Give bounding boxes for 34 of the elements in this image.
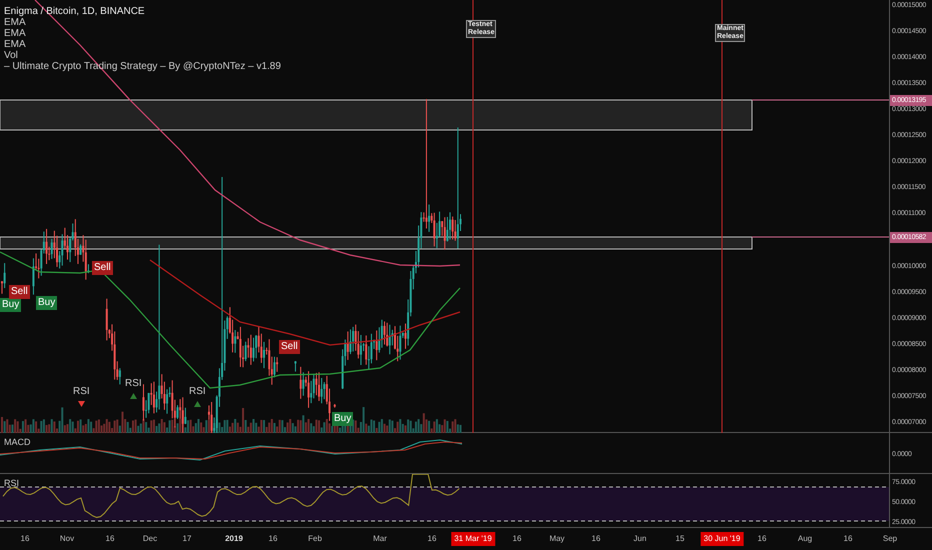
time-tick: 16 (428, 533, 436, 545)
time-tick: 16 (20, 533, 30, 545)
time-tick: 16 (844, 533, 852, 545)
sell-signal-label: Sell (92, 261, 113, 275)
time-tick: Dec (142, 533, 158, 545)
buy-signal-label: Buy (36, 296, 58, 310)
time-tick: 16 (512, 533, 522, 545)
pane-title: MACD (4, 437, 30, 447)
time-tick: Jun (634, 533, 646, 545)
indicator-label: EMA (4, 39, 27, 50)
sell-signal-label: Sell (9, 285, 30, 299)
time-tick: 16 (758, 533, 766, 545)
event-date-label: 31 Mar '19 (451, 532, 495, 546)
legend-title: Enigma / Bitcoin, 1D, BINANCE (4, 6, 146, 17)
indicator-label: Vol (4, 50, 19, 61)
buy-signal-label: Buy (332, 412, 354, 426)
time-tick: May (549, 533, 565, 545)
time-tick: Nov (60, 533, 74, 545)
time-tick: 15 (676, 533, 684, 545)
time-tick: Mar (373, 533, 387, 545)
time-tick: Feb (308, 533, 322, 545)
pane-title: RSI (4, 478, 20, 488)
time-tick: 16 (592, 533, 600, 545)
buy-signal-label: Buy (0, 298, 22, 312)
event-date-label: 30 Jun '19 (700, 532, 744, 546)
time-tick: 16 (268, 533, 278, 545)
time-tick: Aug (798, 533, 812, 545)
time-tick: 2019 (225, 533, 243, 545)
time-tick: 17 (182, 533, 192, 545)
indicator-label: EMA (4, 28, 27, 39)
indicator-label: EMA (4, 17, 27, 28)
time-tick: 16 (106, 533, 114, 545)
time-tick: Sep (882, 533, 898, 545)
sell-signal-label: Sell (279, 340, 300, 354)
